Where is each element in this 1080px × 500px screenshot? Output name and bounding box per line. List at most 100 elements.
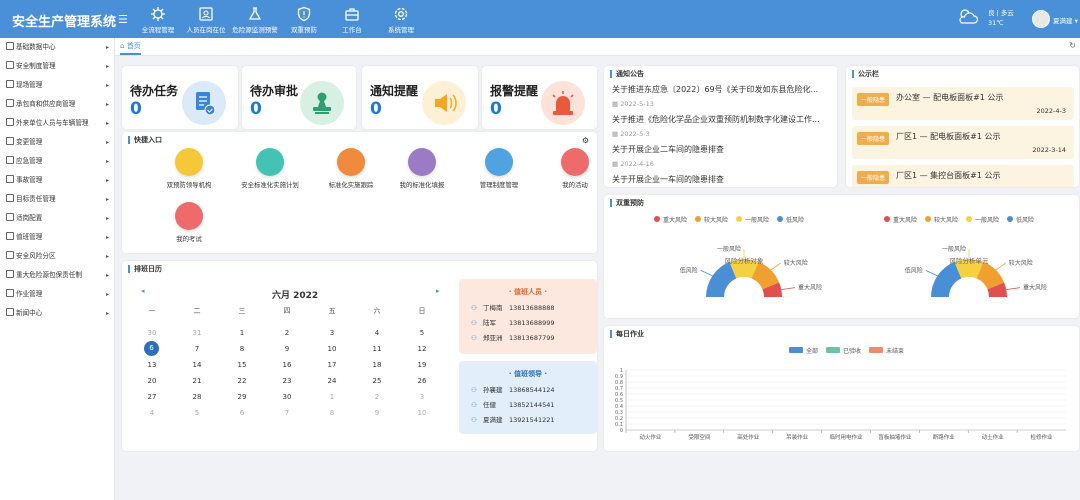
legend-item[interactable]: 较大风险 [695, 215, 728, 224]
calendar-day[interactable]: 29 [232, 391, 252, 403]
sidebar-item[interactable]: 值班管理 ▸ [0, 228, 114, 247]
hazard-badge: 一般隐患 [857, 132, 890, 145]
calendar-day[interactable]: 15 [232, 359, 252, 371]
sidebar-item[interactable]: 承包商和供应商管理 ▸ [0, 95, 114, 114]
quick-access-item[interactable]: 我的考试 [149, 202, 229, 243]
quick-access-item[interactable]: 安全标准化实施计划 [230, 148, 310, 189]
sidebar-item[interactable]: 事故管理 ▸ [0, 171, 114, 190]
sidebar-item[interactable]: 外来单位人员与车辆管理 ▸ [0, 114, 114, 133]
notice-link[interactable]: 关于推进东应急〔2022〕69号《关于印发如东县危险化... [612, 84, 832, 95]
quick-access-item[interactable]: 标准化实施跟踪 [311, 148, 391, 189]
calendar-day[interactable]: 16 [277, 359, 297, 371]
calendar-day[interactable]: 22 [232, 375, 252, 387]
sidebar-item[interactable]: 基础数据中心 ▸ [0, 38, 114, 57]
legend-item[interactable]: 低风险 [777, 215, 804, 224]
legend-item[interactable]: 重大风险 [654, 215, 687, 224]
calendar-day[interactable]: 30 [142, 327, 162, 339]
calendar-day[interactable]: 2 [277, 327, 297, 339]
legend-item[interactable]: 重大风险 [884, 215, 917, 224]
calendar-day[interactable]: 27 [142, 391, 162, 403]
sidebar-item[interactable]: 重大危险源包保责任制 ▸ [0, 266, 114, 285]
calendar-day[interactable]: 24 [322, 375, 342, 387]
calendar-day[interactable]: 10 [322, 343, 342, 355]
calendar-day[interactable]: 3 [412, 391, 432, 403]
next-month-icon[interactable]: ▸ [436, 287, 440, 295]
calendar-day[interactable]: 3 [322, 327, 342, 339]
quick-access-item[interactable]: 我的活动 [535, 148, 615, 189]
notice-link[interactable]: 关于推进《危险化学品企业双重预防机制数字化建设工作... [612, 114, 832, 125]
legend-item[interactable]: 未结束 [869, 346, 904, 355]
calendar-day[interactable]: 8 [322, 407, 342, 419]
nav-system-management[interactable]: 系统管理 [371, 6, 431, 34]
prev-month-icon[interactable]: ◂ [141, 287, 145, 295]
sidebar-item[interactable]: 作业管理 ▸ [0, 285, 114, 304]
notice-link[interactable]: 关于开展企业二车间的隐患排查 [612, 144, 832, 155]
stat-card-pending-approval[interactable]: 待办审批 0 [242, 66, 356, 129]
refresh-icon[interactable]: ↻ [1069, 41, 1076, 50]
sidebar-item[interactable]: 变更管理 ▸ [0, 133, 114, 152]
quick-access-item[interactable]: 双预防领导机构 [149, 148, 229, 189]
legend-item[interactable]: 一般风险 [966, 215, 999, 224]
stat-card-alarms[interactable]: 报警提醒 0 [482, 66, 597, 129]
stat-card-todo-tasks[interactable]: 待办任务 0 [122, 66, 238, 129]
calendar-day[interactable]: 7 [277, 407, 297, 419]
calendar-day[interactable]: 26 [412, 375, 432, 387]
sidebar-item[interactable]: 现场管理 ▸ [0, 76, 114, 95]
legend-item[interactable]: 较大风险 [925, 215, 958, 224]
user-menu[interactable]: 夏满建 ▾ [1032, 10, 1080, 28]
calendar-day[interactable]: 8 [232, 343, 252, 355]
notice-link[interactable]: 关于开展企业一车间的隐患排查 [612, 174, 832, 185]
calendar-day[interactable]: 25 [367, 375, 387, 387]
calendar-day[interactable]: 18 [367, 359, 387, 371]
quick-access-item[interactable]: 我的标准化填报 [382, 148, 462, 189]
calendar-day[interactable]: 5 [412, 327, 432, 339]
person-icon: ⚇ [471, 304, 477, 312]
calendar-day[interactable]: 1 [232, 327, 252, 339]
stat-card-notifications[interactable]: 通知提醒 0 [362, 66, 478, 129]
legend-swatch [1007, 216, 1014, 222]
public-board-item[interactable]: 一般隐患 办公室 — 配电板面板#1 公示 2022-4-3 [852, 87, 1074, 120]
calendar-day[interactable]: 17 [322, 359, 342, 371]
calendar-day[interactable]: 31 [187, 327, 207, 339]
calendar-day[interactable]: 9 [277, 343, 297, 355]
calendar-day[interactable]: 2 [367, 391, 387, 403]
calendar-day[interactable]: 23 [277, 375, 297, 387]
calendar-day[interactable]: 20 [142, 375, 162, 387]
legend-item[interactable]: 一般风险 [736, 215, 769, 224]
sidebar-item[interactable]: 目标责任管理 ▸ [0, 190, 114, 209]
calendar-day[interactable]: 13 [142, 359, 162, 371]
calendar-day[interactable]: 10 [412, 407, 432, 419]
sidebar-item[interactable]: 新闻中心 ▸ [0, 304, 114, 323]
chevron-down-icon: ▾ [1074, 17, 1078, 25]
public-board-item[interactable]: 一般隐患 厂区1 — 配电板面板#1 公示 2022-3-14 [852, 126, 1074, 159]
calendar-day[interactable]: 30 [277, 391, 297, 403]
calendar-day[interactable]: 9 [367, 407, 387, 419]
sidebar-item[interactable]: 适岗配置 ▸ [0, 209, 114, 228]
calendar-day[interactable]: 1 [322, 391, 342, 403]
calendar-day[interactable]: 6 [232, 407, 252, 419]
legend-item[interactable]: 已验收 [826, 346, 861, 355]
sidebar-item[interactable]: 安全制度管理 ▸ [0, 57, 114, 76]
calendar-day[interactable]: 7 [187, 343, 207, 355]
gear-icon[interactable]: ⚙ [582, 136, 589, 145]
legend-item[interactable]: 低风险 [1007, 215, 1034, 224]
menu-icon [6, 251, 14, 259]
calendar-day[interactable]: 11 [367, 343, 387, 355]
calendar-day[interactable]: 21 [187, 375, 207, 387]
sidebar-item[interactable]: 应急管理 ▸ [0, 152, 114, 171]
public-board-item[interactable]: 一般隐患 厂区1 — 集控台面板#1 公示 [852, 165, 1074, 187]
legend-item[interactable]: 全部 [789, 346, 818, 355]
tab-home[interactable]: ⌂ 首页 [120, 41, 141, 55]
x-tick-label: 断路作业 [933, 433, 956, 441]
calendar-day[interactable]: 4 [367, 327, 387, 339]
calendar-day[interactable]: 14 [187, 359, 207, 371]
calendar-day[interactable]: 6 [144, 341, 159, 356]
calendar-day[interactable]: 28 [187, 391, 207, 403]
calendar-day[interactable]: 5 [187, 407, 207, 419]
sidebar-item[interactable]: 安全风险分区 ▸ [0, 247, 114, 266]
calendar-day[interactable]: 12 [412, 343, 432, 355]
calendar-day[interactable]: 19 [412, 359, 432, 371]
quick-access-item[interactable]: 管理制度管理 [459, 148, 539, 189]
menu-toggle-icon[interactable]: ☰ [118, 13, 128, 26]
calendar-day[interactable]: 4 [142, 407, 162, 419]
